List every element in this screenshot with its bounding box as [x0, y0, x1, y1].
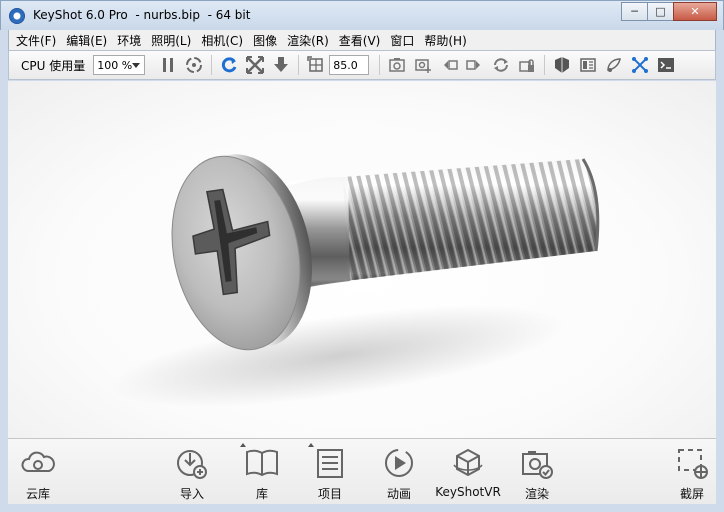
keyshotvr-label: KeyShotVR: [435, 485, 501, 499]
library-button[interactable]: 库: [232, 443, 292, 503]
menu-camera[interactable]: 相机(C): [201, 32, 243, 49]
menu-environment[interactable]: 环境: [117, 32, 141, 49]
project-list-icon: [317, 449, 343, 478]
book-icon: [246, 449, 278, 477]
prev-view-icon[interactable]: [440, 56, 458, 74]
window-frame-bottom: [0, 504, 724, 512]
render-mode-icon[interactable]: [185, 56, 203, 74]
cpu-usage-value: 100 %: [97, 58, 133, 72]
toolbar-separator: [211, 55, 213, 75]
window-title: KeyShot 6.0 Pro - nurbs.bip - 64 bit: [33, 8, 251, 22]
vr-cube-icon: [453, 448, 483, 477]
minimize-button[interactable]: ─: [621, 2, 648, 21]
fit-view-icon[interactable]: [246, 56, 265, 74]
menu-edit[interactable]: 编辑(E): [66, 32, 107, 49]
menu-lighting[interactable]: 照明(L): [151, 32, 191, 49]
geometry-icon[interactable]: [631, 56, 649, 74]
animation-label: 动画: [386, 487, 411, 501]
project-label: 项目: [317, 487, 342, 501]
lock-camera-icon[interactable]: [518, 56, 536, 74]
console-icon[interactable]: [657, 56, 675, 74]
region-icon[interactable]: [307, 56, 325, 74]
rotate-icon[interactable]: [492, 56, 510, 74]
resolution-input[interactable]: 85.0: [329, 55, 370, 75]
paint-icon[interactable]: [605, 56, 623, 74]
toolbar-separator: [379, 55, 381, 75]
project-button[interactable]: 项目: [300, 443, 360, 503]
library-label: 库: [255, 487, 268, 501]
cloud-library-icon: [21, 451, 55, 472]
screenshot-crop-icon: [678, 449, 708, 479]
menu-render[interactable]: 渲染(R): [287, 32, 329, 49]
import-arrow-icon[interactable]: [272, 56, 290, 74]
import-icon: [177, 450, 207, 479]
chevron-down-icon: [132, 63, 141, 68]
screenshot-label: 截屏: [679, 487, 704, 501]
cpu-usage-select[interactable]: 100 %: [93, 55, 146, 75]
material-icon[interactable]: [553, 56, 571, 74]
render-button[interactable]: 渲染: [507, 445, 567, 503]
screw-render: [110, 154, 600, 407]
next-view-icon[interactable]: [466, 56, 484, 74]
caret-up-icon: [308, 443, 314, 447]
animation-button[interactable]: 动画: [369, 445, 429, 503]
screenshot-add-icon[interactable]: [414, 56, 432, 74]
cloud-library-button[interactable]: 云库: [8, 445, 68, 503]
screenshot-button[interactable]: 截屏: [662, 445, 722, 503]
cloud-library-label: 云库: [25, 487, 50, 501]
panel-icon[interactable]: [579, 56, 597, 74]
menu-bar: 文件(F) 编辑(E) 环境 照明(L) 相机(C) 图像 渲染(R) 查看(V…: [8, 30, 716, 50]
caret-up-icon: [240, 443, 246, 447]
keyshotvr-button[interactable]: KeyShotVR: [435, 445, 501, 503]
render-viewport[interactable]: [8, 81, 716, 438]
render-camera-icon: [522, 451, 553, 479]
keyshot-app-icon: [9, 8, 25, 24]
pause-icon[interactable]: [159, 56, 177, 74]
menu-window[interactable]: 窗口: [390, 32, 414, 49]
import-label: 导入: [179, 487, 204, 501]
menu-image[interactable]: 图像: [253, 32, 277, 49]
cpu-usage-label: CPU 使用量: [21, 58, 86, 73]
toolbar: CPU 使用量 100 % 85.0: [8, 50, 716, 80]
animation-play-icon: [385, 449, 413, 477]
toolbar-separator: [544, 55, 546, 75]
menu-view[interactable]: 查看(V): [339, 32, 381, 49]
menu-help[interactable]: 帮助(H): [424, 32, 466, 49]
maximize-button[interactable]: □: [647, 2, 674, 21]
close-button[interactable]: ✕: [673, 2, 717, 21]
menu-file[interactable]: 文件(F): [16, 32, 56, 49]
import-button[interactable]: 导入: [162, 445, 222, 503]
bottom-toolbar: 云库 导入 库 项目 动画 KeyShotVR 渲染 截屏: [8, 438, 716, 504]
window-controls: ─ □ ✕: [621, 2, 717, 21]
toolbar-separator: [298, 55, 300, 75]
render-label: 渲染: [524, 487, 549, 501]
title-bar: KeyShot 6.0 Pro - nurbs.bip - 64 bit ─ □…: [0, 0, 724, 30]
screenshot-icon[interactable]: [388, 56, 406, 74]
refresh-icon[interactable]: [220, 56, 238, 74]
